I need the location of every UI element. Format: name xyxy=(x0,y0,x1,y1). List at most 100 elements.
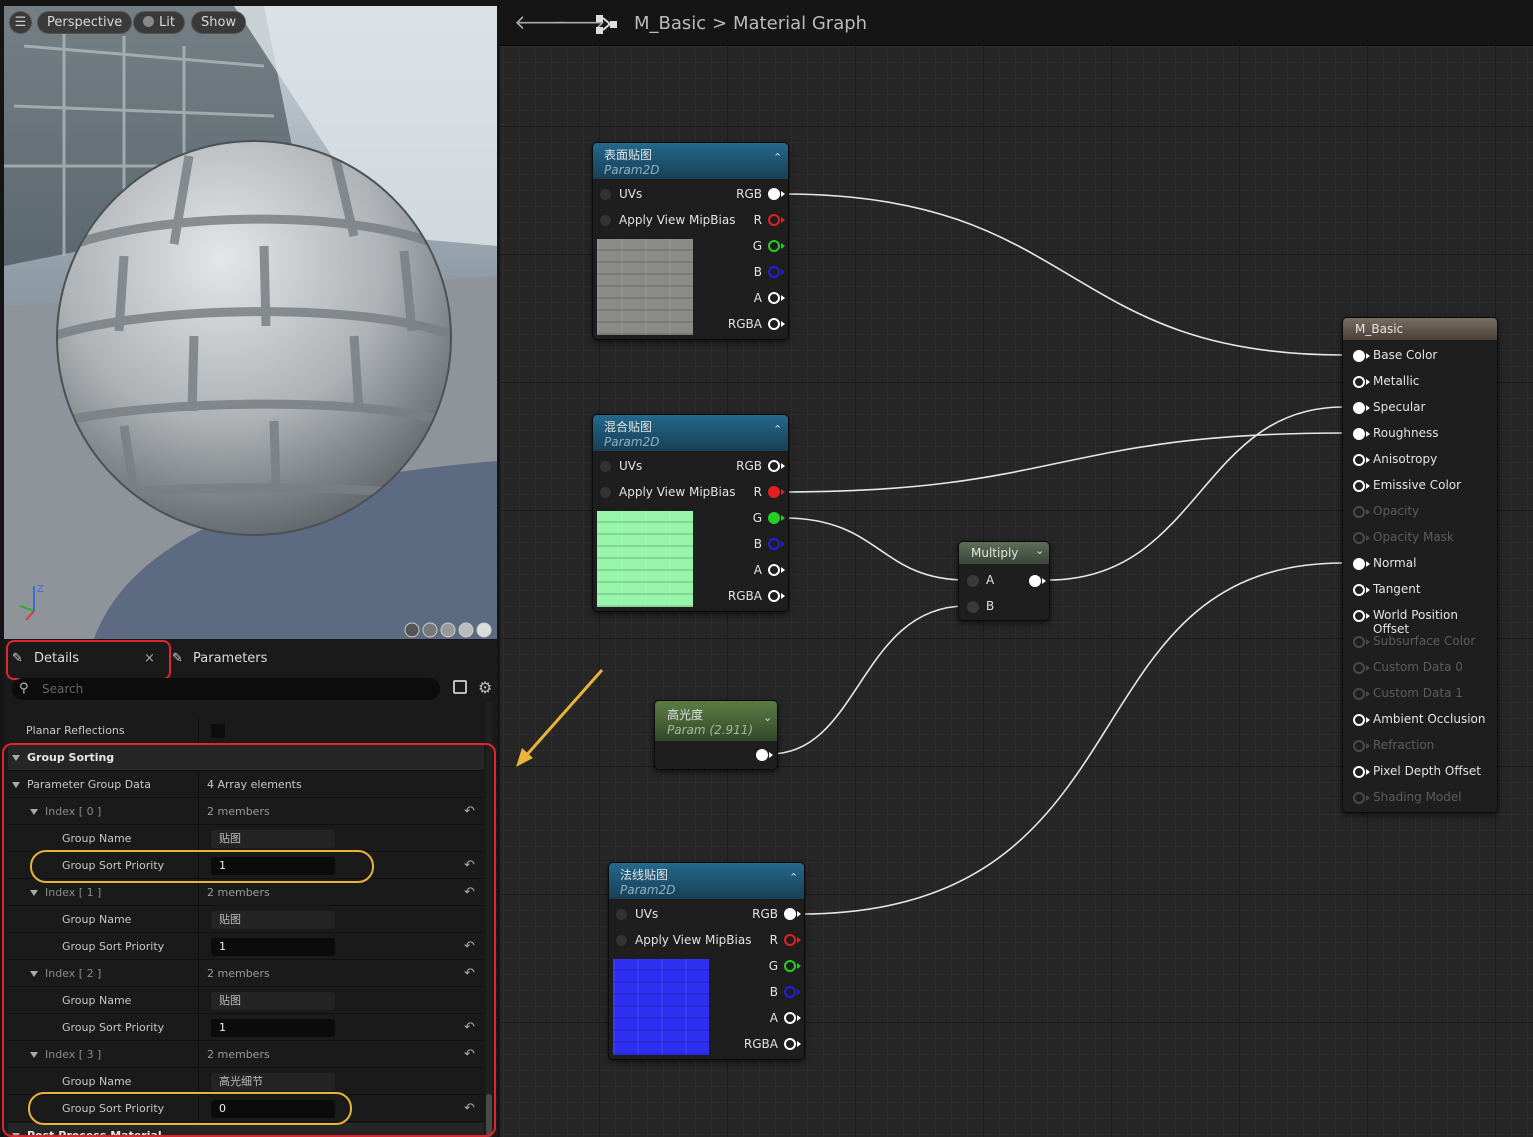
output-pin[interactable] xyxy=(768,564,780,576)
input-pin-arrow xyxy=(1366,639,1370,645)
output-pin-label: R xyxy=(753,213,762,227)
input-pin-uvs[interactable] xyxy=(600,461,611,472)
output-pin-arrow xyxy=(797,989,801,995)
annotation-arrow xyxy=(516,669,604,767)
output-pin-arrow xyxy=(781,191,785,197)
search-input[interactable]: ⚲ Search xyxy=(12,678,440,700)
output-pin-arrow xyxy=(797,1015,801,1021)
wire-multiply-b xyxy=(769,605,967,755)
output-pin[interactable] xyxy=(768,214,780,226)
lit-button[interactable]: Lit xyxy=(133,11,185,34)
perspective-button[interactable]: Perspective xyxy=(37,11,133,34)
input-pin[interactable] xyxy=(1353,480,1365,492)
input-pin-arrow xyxy=(1366,769,1370,775)
input-pin[interactable] xyxy=(1353,454,1365,466)
output-pin[interactable] xyxy=(768,188,780,200)
input-pin[interactable] xyxy=(1353,766,1365,778)
viewport-menu-button[interactable]: ☰ xyxy=(9,11,32,34)
output-pin[interactable] xyxy=(768,240,780,252)
output-pin-arrow xyxy=(781,321,785,327)
output-pin[interactable] xyxy=(784,986,796,998)
input-pin[interactable] xyxy=(1353,402,1365,414)
output-pin-arrow xyxy=(797,1041,801,1047)
output-pin[interactable] xyxy=(784,908,796,920)
tab-parameters[interactable]: ✎ Parameters xyxy=(170,644,310,674)
chevron-up-icon[interactable]: ⌃ xyxy=(773,423,782,436)
output-pin[interactable] xyxy=(768,460,780,472)
search-icon: ⚲ xyxy=(19,681,29,696)
output-pin[interactable] xyxy=(768,512,780,524)
output-pin[interactable] xyxy=(756,749,768,761)
input-pin[interactable] xyxy=(1353,714,1365,726)
uvs-label: UVs xyxy=(619,459,643,473)
output-pin-arrow xyxy=(781,567,785,573)
uvs-label: UVs xyxy=(619,187,643,201)
texture-param-node[interactable]: 表面贴图 Param2D ⌃ UVs Apply View MipBias RG… xyxy=(592,142,789,340)
output-pin[interactable] xyxy=(768,292,780,304)
preview-viewport[interactable]: Z ☰ Perspective Lit Show xyxy=(4,6,497,639)
texture-param-node[interactable]: 混合贴图 Param2D ⌃ UVs Apply View MipBias RG… xyxy=(592,414,789,612)
output-pin-label: RGBA xyxy=(727,317,762,331)
input-pin-b[interactable] xyxy=(967,601,979,613)
input-pin[interactable] xyxy=(1353,428,1365,440)
input-pin[interactable] xyxy=(1353,376,1365,388)
gear-icon[interactable]: ⚙ xyxy=(478,678,492,697)
material-result-node[interactable]: M_Basic Base Color Metallic Specular Rou… xyxy=(1342,317,1498,813)
input-pin[interactable] xyxy=(1353,740,1365,752)
mipbias-label: Apply View MipBias xyxy=(619,485,736,499)
input-pin[interactable] xyxy=(1353,662,1365,674)
input-pin-arrow xyxy=(1366,379,1370,385)
output-pin-arrow xyxy=(769,752,773,758)
output-pin[interactable] xyxy=(784,960,796,972)
input-pin[interactable] xyxy=(1353,532,1365,544)
output-pin-arrow xyxy=(781,243,785,249)
output-pin[interactable] xyxy=(784,934,796,946)
tab-parameters-label: Parameters xyxy=(193,651,268,666)
chevron-up-icon[interactable]: ⌃ xyxy=(773,151,782,164)
input-pin-uvs[interactable] xyxy=(600,189,611,200)
output-pin[interactable] xyxy=(784,1012,796,1024)
input-pin-mipbias[interactable] xyxy=(600,487,611,498)
input-pin[interactable] xyxy=(1353,350,1365,362)
texture-node-title: 表面贴图 xyxy=(604,148,653,162)
result-pin-label: Normal xyxy=(1373,556,1417,570)
output-pin[interactable] xyxy=(768,486,780,498)
chevron-up-icon[interactable]: ⌃ xyxy=(789,871,798,884)
perspective-label: Perspective xyxy=(47,15,123,30)
planar-reflections-checkbox[interactable] xyxy=(211,724,225,738)
mipbias-label: Apply View MipBias xyxy=(619,213,736,227)
output-pin[interactable] xyxy=(768,318,780,330)
input-pin-mipbias[interactable] xyxy=(600,215,611,226)
input-pin[interactable] xyxy=(1353,506,1365,518)
output-pin[interactable] xyxy=(784,1038,796,1050)
table-view-icon[interactable] xyxy=(453,680,467,694)
output-pin[interactable] xyxy=(768,538,780,550)
texture-thumbnail xyxy=(613,959,709,1055)
preview-scene: Z xyxy=(4,6,497,639)
input-pin-mipbias[interactable] xyxy=(616,935,627,946)
input-pin[interactable] xyxy=(1353,558,1365,570)
texture-thumbnail xyxy=(597,239,693,335)
result-pin-label: Opacity Mask xyxy=(1373,530,1454,544)
material-graph-canvas[interactable]: 🡐 🡒 M_Basic > Material Graph 高光度 Param (… xyxy=(500,0,1533,1137)
input-pin[interactable] xyxy=(1353,584,1365,596)
output-pin[interactable] xyxy=(1029,575,1041,587)
multiply-node[interactable]: Multiply ⌄ A B xyxy=(958,541,1050,621)
output-pin[interactable] xyxy=(768,590,780,602)
chevron-down-icon[interactable]: ⌄ xyxy=(763,711,772,724)
chevron-down-icon[interactable]: ⌄ xyxy=(1035,544,1044,557)
texture-param-node[interactable]: 法线贴图 Param2D ⌃ UVs Apply View MipBias RG… xyxy=(608,862,805,1060)
scalar-param-node[interactable]: 高光度 Param (2.911) ⌄ xyxy=(654,700,778,770)
input-pin-a[interactable] xyxy=(967,575,979,587)
input-pin[interactable] xyxy=(1353,636,1365,648)
input-pin-uvs[interactable] xyxy=(616,909,627,920)
result-pin-label: Emissive Color xyxy=(1373,478,1462,492)
input-pin[interactable] xyxy=(1353,610,1365,622)
wire-roughness xyxy=(783,432,1344,493)
mipbias-label: Apply View MipBias xyxy=(635,933,752,947)
show-button[interactable]: Show xyxy=(191,11,247,34)
input-pin[interactable] xyxy=(1353,792,1365,804)
uvs-label: UVs xyxy=(635,907,659,921)
input-pin[interactable] xyxy=(1353,688,1365,700)
output-pin[interactable] xyxy=(768,266,780,278)
